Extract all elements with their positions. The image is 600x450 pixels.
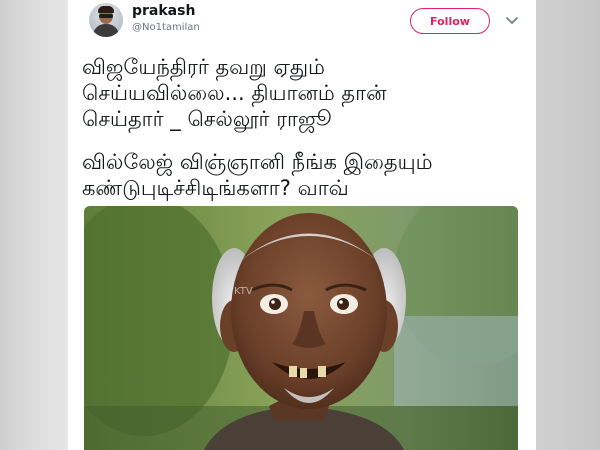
- avatar-glasses-shape: [99, 14, 113, 18]
- tweet-media-image[interactable]: KTV: [84, 206, 518, 450]
- tweet-text-line: செய்தார் _ செல்லூர் ராஜூ: [82, 107, 332, 131]
- tweet-text-line: விஜயேந்திரர் தவறு ஏதும்: [82, 55, 325, 79]
- avatar-hair-shape: [98, 6, 114, 13]
- follow-button[interactable]: Follow: [410, 8, 490, 34]
- chevron-down-icon[interactable]: [504, 12, 520, 28]
- tweet-text-line: வில்லேஜ் விஞ்ஞானி நீங்க இதையும்: [82, 150, 433, 174]
- tweet-card: prakash @No1tamilan Follow விஜயேந்திரர் …: [68, 0, 536, 450]
- tweet-text-line: கண்டுபுடிச்சிடிங்களா? வாவ்: [82, 176, 349, 200]
- author-handle[interactable]: @No1tamilan: [132, 22, 200, 33]
- avatar[interactable]: [89, 3, 123, 37]
- page-background-left: [0, 0, 68, 450]
- photo-of-smiling-old-man: KTV: [84, 206, 518, 450]
- page-background-right: [536, 0, 600, 450]
- avatar-body-shape: [93, 24, 119, 37]
- author-name[interactable]: prakash: [132, 3, 195, 19]
- tweet-text-line: செய்யவில்லை... தியானம் தான்: [82, 81, 387, 105]
- media-watermark: KTV: [234, 286, 253, 297]
